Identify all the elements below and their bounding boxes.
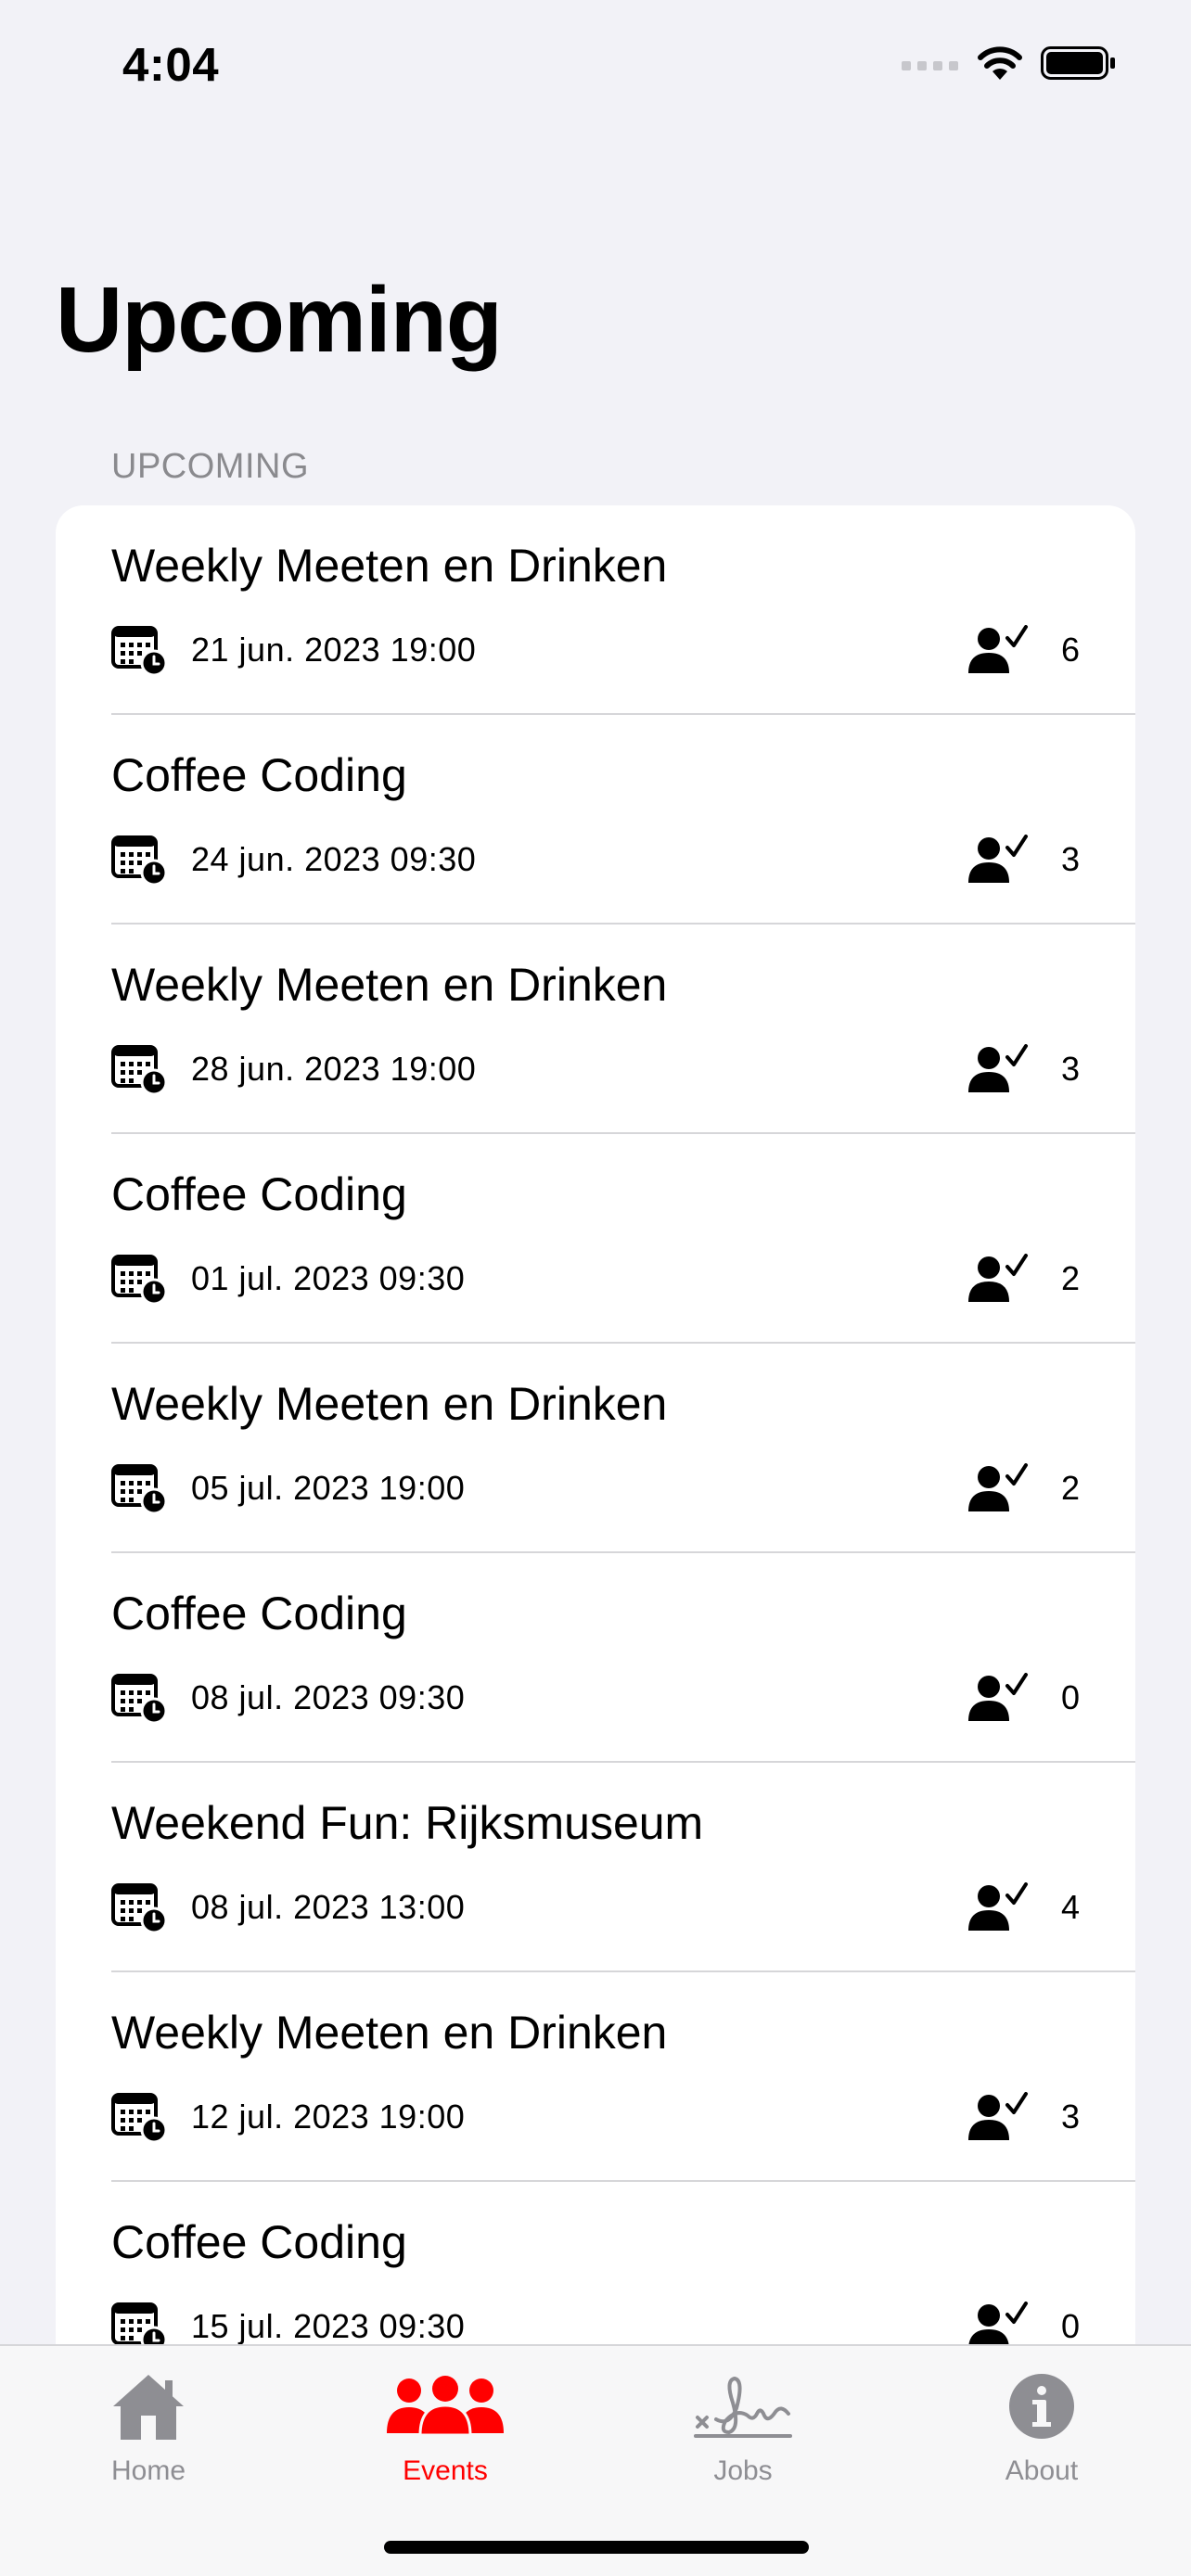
home-indicator (384, 2541, 809, 2554)
event-date: 05 jul. 2023 19:00 (191, 1469, 466, 1507)
people-icon (385, 2365, 506, 2448)
event-meta: 15 jul. 2023 09:30 0 (111, 2301, 1080, 2351)
tab-events[interactable]: Events (334, 2365, 557, 2504)
event-date: 08 jul. 2023 13:00 (191, 1888, 466, 1926)
event-date: 01 jul. 2023 09:30 (191, 1259, 466, 1297)
attendee-count: 4 (968, 1882, 1080, 1932)
event-date: 21 jun. 2023 19:00 (191, 631, 477, 669)
event-meta: 12 jul. 2023 19:00 3 (111, 2091, 1080, 2143)
attendee-count: 0 (968, 1673, 1080, 1723)
tab-about[interactable]: About (930, 2365, 1153, 2504)
tab-jobs[interactable]: Jobs (632, 2365, 854, 2504)
person-check-icon (968, 1254, 1028, 1302)
event-attendees: 4 (1060, 1888, 1080, 1926)
calendar-clock-icon (111, 1255, 167, 1305)
event-attendees: 0 (1060, 2307, 1080, 2345)
event-title: Weekly Meeten en Drinken (111, 959, 668, 1011)
event-row[interactable]: Weekly Meeten en Drinken 28 jun. 2023 19… (56, 925, 1135, 1134)
event-meta: 05 jul. 2023 19:00 2 (111, 1462, 1080, 1514)
event-date: 08 jul. 2023 09:30 (191, 1678, 466, 1716)
person-check-icon (968, 1463, 1028, 1511)
event-attendees: 2 (1060, 1259, 1080, 1297)
person-check-icon (968, 1044, 1028, 1092)
status-time: 4:04 (122, 38, 220, 91)
event-row[interactable]: Weekly Meeten en Drinken 05 jul. 2023 19… (56, 1344, 1135, 1553)
event-title: Weekly Meeten en Drinken (111, 1378, 668, 1430)
event-meta: 24 jun. 2023 09:30 3 (111, 834, 1080, 886)
person-check-icon (968, 2092, 1028, 2140)
tab-home[interactable]: Home (37, 2365, 260, 2504)
event-date: 12 jul. 2023 19:00 (191, 2098, 466, 2136)
event-title: Coffee Coding (111, 749, 407, 801)
person-check-icon (968, 1673, 1028, 1721)
attendee-count: 2 (968, 1463, 1080, 1513)
house-icon (109, 2365, 187, 2448)
event-meta: 28 jun. 2023 19:00 3 (111, 1043, 1080, 1095)
battery-icon (1041, 46, 1115, 80)
event-row[interactable]: Weekend Fun: Rijksmuseum 08 jul. 2023 13… (56, 1763, 1135, 1972)
event-date: 28 jun. 2023 19:00 (191, 1050, 477, 1088)
calendar-clock-icon (111, 2093, 167, 2143)
status-bar: 4:04 (0, 0, 1191, 139)
event-row[interactable]: Coffee Coding 15 jul. 2023 09:30 0 (56, 2182, 1135, 2351)
calendar-clock-icon (111, 1883, 167, 1933)
tab-jobs-label: Jobs (713, 2455, 773, 2486)
info-icon (1008, 2365, 1075, 2448)
person-check-icon (968, 1882, 1028, 1931)
signature-icon (692, 2365, 794, 2448)
attendee-count: 3 (968, 1044, 1080, 1094)
event-title: Coffee Coding (111, 1168, 407, 1220)
attendee-count: 3 (968, 835, 1080, 885)
event-meta: 21 jun. 2023 19:00 6 (111, 624, 1080, 676)
event-attendees: 2 (1060, 1469, 1080, 1507)
event-date: 15 jul. 2023 09:30 (191, 2307, 466, 2345)
tab-events-label: Events (403, 2455, 488, 2486)
calendar-clock-icon (111, 1674, 167, 1724)
calendar-clock-icon (111, 1045, 167, 1095)
calendar-clock-icon (111, 626, 167, 676)
attendee-count: 3 (968, 2092, 1080, 2142)
wifi-icon (978, 46, 1022, 80)
calendar-clock-icon (111, 2302, 167, 2351)
page-title: Upcoming (56, 268, 503, 372)
event-attendees: 3 (1060, 1050, 1080, 1088)
tab-about-label: About (1005, 2455, 1079, 2486)
attendee-count: 6 (968, 625, 1080, 675)
event-attendees: 3 (1060, 2098, 1080, 2136)
event-date: 24 jun. 2023 09:30 (191, 840, 477, 878)
tab-home-label: Home (110, 2455, 186, 2486)
event-row[interactable]: Coffee Coding 01 jul. 2023 09:30 2 (56, 1134, 1135, 1344)
event-row[interactable]: Coffee Coding 08 jul. 2023 09:30 0 (56, 1553, 1135, 1763)
attendee-count: 2 (968, 1254, 1080, 1304)
event-title: Weekly Meeten en Drinken (111, 540, 668, 592)
events-list: Weekly Meeten en Drinken 21 jun. 2023 19… (56, 505, 1135, 2351)
event-attendees: 0 (1060, 1678, 1080, 1716)
event-row[interactable]: Weekly Meeten en Drinken 21 jun. 2023 19… (56, 505, 1135, 715)
event-attendees: 3 (1060, 840, 1080, 878)
cellular-signal-icon (902, 61, 958, 70)
event-meta: 01 jul. 2023 09:30 2 (111, 1253, 1080, 1305)
event-title: Coffee Coding (111, 1588, 407, 1639)
event-title: Weekend Fun: Rijksmuseum (111, 1797, 704, 1849)
event-row[interactable]: Weekly Meeten en Drinken 12 jul. 2023 19… (56, 1972, 1135, 2182)
event-attendees: 6 (1060, 631, 1080, 669)
event-title: Coffee Coding (111, 2216, 407, 2268)
event-row[interactable]: Coffee Coding 24 jun. 2023 09:30 3 (56, 715, 1135, 925)
calendar-clock-icon (111, 835, 167, 886)
event-meta: 08 jul. 2023 09:30 0 (111, 1672, 1080, 1724)
status-icons (902, 45, 1117, 82)
event-title: Weekly Meeten en Drinken (111, 2007, 668, 2059)
event-meta: 08 jul. 2023 13:00 4 (111, 1881, 1080, 1933)
calendar-clock-icon (111, 1464, 167, 1514)
person-check-icon (968, 625, 1028, 673)
person-check-icon (968, 835, 1028, 883)
section-header: UPCOMING (111, 447, 309, 486)
